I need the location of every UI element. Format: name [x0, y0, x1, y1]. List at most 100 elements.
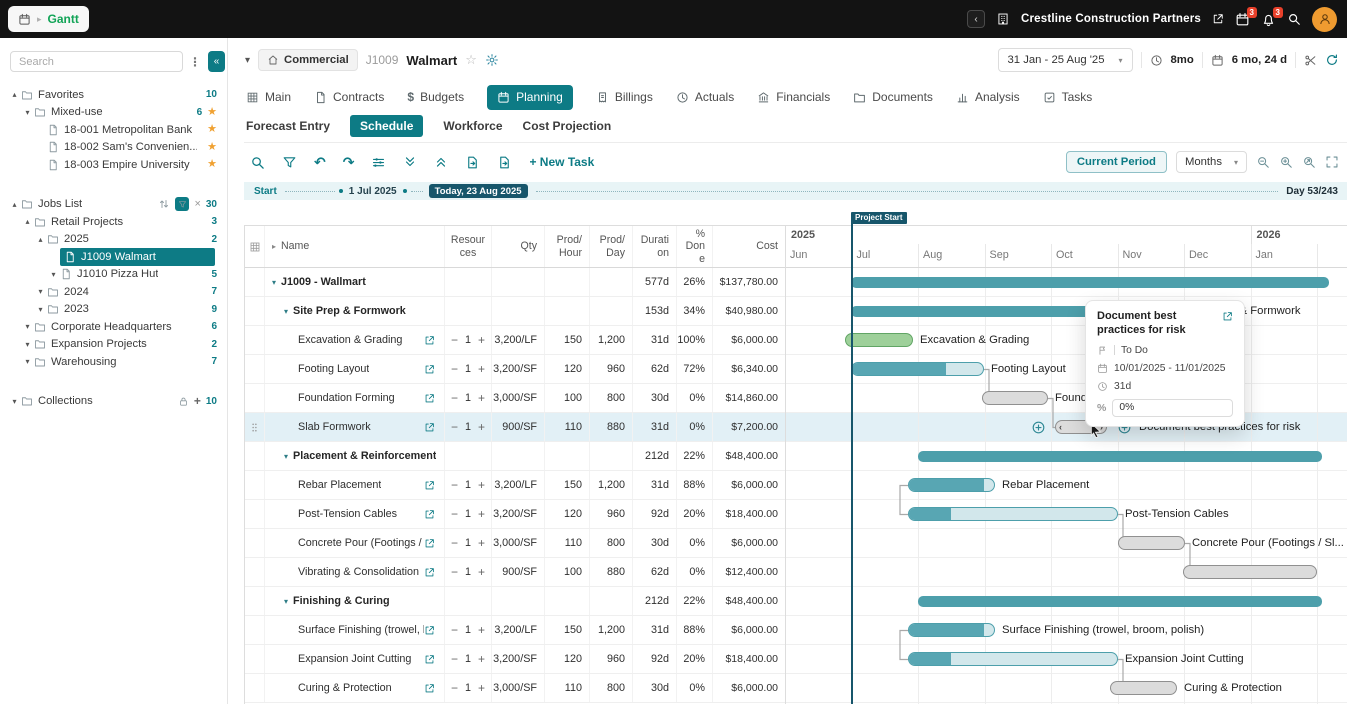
calendar-notifications[interactable]: 3 [1235, 12, 1250, 27]
open-task-icon[interactable] [424, 683, 435, 694]
sidebar-item-retail-projects[interactable]: ▴Retail Projects3 [0, 213, 227, 231]
drag-handle-icon[interactable] [249, 422, 260, 433]
redo-icon[interactable]: ↷ [343, 155, 355, 169]
caret-right-icon[interactable]: ▸ [272, 242, 276, 251]
company-name[interactable]: Crestline Construction Partners [1021, 13, 1201, 25]
table-row-surface-finishing-trowel-br[interactable]: Surface Finishing (trowel, br...−1+3,200… [245, 616, 785, 645]
open-task-icon[interactable] [424, 335, 435, 346]
favorite-star-outline-icon[interactable]: ☆ [465, 52, 477, 68]
table-row-j1009-wallmart[interactable]: ▾J1009 - Wallmart577d26%$137,780.00 [245, 268, 785, 297]
resize-left-handle[interactable]: ‹ [1059, 423, 1062, 432]
sidebar-item-expansion-projects[interactable]: ▾Expansion Projects2 [0, 336, 227, 354]
search-icon[interactable] [1287, 12, 1301, 26]
display-options-icon[interactable] [371, 155, 386, 170]
resource-decrement[interactable]: − [451, 681, 458, 695]
open-task-icon[interactable] [424, 393, 435, 404]
zoom-fit-icon[interactable] [1302, 155, 1316, 169]
tab-financials[interactable]: Financials [757, 85, 830, 110]
chevron-down-icon[interactable]: ▾ [245, 55, 250, 66]
gantt-bar-complete[interactable] [845, 333, 913, 347]
tab-billings[interactable]: Billings [596, 85, 653, 110]
caret-up-icon[interactable]: ▴ [34, 235, 47, 244]
open-task-icon[interactable] [424, 422, 435, 433]
subtab-cost-projection[interactable]: Cost Projection [523, 115, 612, 137]
gear-icon[interactable] [485, 53, 499, 67]
external-link-icon[interactable] [1212, 13, 1224, 25]
resource-increment[interactable]: + [478, 333, 485, 347]
subtab-workforce[interactable]: Workforce [443, 115, 502, 137]
sidebar-item-18-002-sam-s-convenien[interactable]: 18-002 Sam's Convenien...★ [0, 139, 227, 157]
search-input[interactable] [10, 51, 183, 72]
sidebar-collapse-button[interactable]: « [208, 51, 225, 72]
scissors-icon[interactable] [1304, 54, 1317, 67]
gantt-bar-task[interactable] [908, 623, 995, 637]
sidebar-item-favorites[interactable]: ▴Favorites10 [0, 86, 227, 104]
tab-analysis[interactable]: Analysis [956, 85, 1020, 110]
gantt-bar-unstarted[interactable] [1110, 681, 1177, 695]
resource-increment[interactable]: + [478, 507, 485, 521]
gantt-bar-summary[interactable] [918, 596, 1322, 607]
table-row-finishing-curing[interactable]: ▾Finishing & Curing212d22%$48,400.00 [245, 587, 785, 616]
table-row-curing-protection[interactable]: Curing & Protection−1+3,000/SF11080030d0… [245, 674, 785, 703]
kebab-menu-icon[interactable]: ⋮ [189, 55, 201, 69]
filter-icon[interactable] [282, 155, 297, 170]
resource-increment[interactable]: + [478, 362, 485, 376]
subtab-forecast-entry[interactable]: Forecast Entry [246, 115, 330, 137]
popup-progress-field[interactable]: 0% [1112, 399, 1233, 417]
tab-documents[interactable]: Documents [853, 85, 933, 110]
tab-planning[interactable]: Planning [487, 85, 573, 110]
resource-increment[interactable]: + [478, 652, 485, 666]
sidebar-item-mixed-use[interactable]: ▾Mixed-use6★ [0, 104, 227, 122]
tab-actuals[interactable]: Actuals [676, 85, 734, 110]
sidebar-item-18-003-empire-university[interactable]: 18-003 Empire University★ [0, 156, 227, 174]
resource-decrement[interactable]: − [451, 565, 458, 579]
sidebar-item-2024[interactable]: ▾20247 [0, 283, 227, 301]
resource-decrement[interactable]: − [451, 536, 458, 550]
gantt-bar-unstarted[interactable] [982, 391, 1048, 405]
caret-down-icon[interactable]: ▾ [47, 270, 60, 279]
caret-down-icon[interactable]: ▾ [21, 357, 34, 366]
gantt-bar-task[interactable] [908, 507, 1118, 521]
gantt-bar-task[interactable] [851, 362, 984, 376]
resource-increment[interactable]: + [478, 420, 485, 434]
table-row-post-tension-cables[interactable]: Post-Tension Cables−1+3,200/SF12096092d2… [245, 500, 785, 529]
tab-contracts[interactable]: Contracts [314, 85, 384, 110]
subtab-schedule[interactable]: Schedule [350, 115, 423, 137]
caret-down-icon[interactable]: ▾ [284, 597, 288, 606]
refresh-icon[interactable] [1325, 53, 1339, 67]
active-filter-chip[interactable] [175, 197, 189, 211]
current-period-button[interactable]: Current Period [1066, 151, 1167, 173]
caret-up-icon[interactable]: ▴ [8, 200, 21, 209]
sort-icon[interactable] [158, 198, 170, 210]
caret-down-icon[interactable]: ▾ [284, 307, 288, 316]
export-icon[interactable] [465, 155, 480, 170]
new-task-button[interactable]: + New Task [529, 155, 594, 169]
table-row-vibrating-consolidation[interactable]: Vibrating & Consolidation−1+900/SF100880… [245, 558, 785, 587]
gantt-bar-task[interactable] [908, 478, 995, 492]
resource-decrement[interactable]: − [451, 362, 458, 376]
open-task-icon[interactable] [424, 538, 435, 549]
table-row-expansion-joint-cutting[interactable]: Expansion Joint Cutting−1+3,200/SF120960… [245, 645, 785, 674]
resource-increment[interactable]: + [478, 478, 485, 492]
resource-decrement[interactable]: − [451, 333, 458, 347]
popup-date-range[interactable]: 10/01/2025 - 11/01/2025 [1114, 363, 1225, 374]
caret-up-icon[interactable]: ▴ [21, 217, 34, 226]
open-task-icon[interactable] [424, 625, 435, 636]
timescale-select[interactable]: Months ▾ [1176, 151, 1247, 173]
table-row-concrete-pour-footings-sl[interactable]: Concrete Pour (Footings / Sl...−1+3,000/… [245, 529, 785, 558]
collapse-all-icon[interactable] [403, 155, 417, 169]
caret-up-icon[interactable]: ▴ [8, 90, 21, 99]
import-icon[interactable] [497, 155, 512, 170]
open-task-icon[interactable] [424, 364, 435, 375]
category-chip[interactable]: Commercial [258, 49, 358, 71]
open-task-icon[interactable] [424, 509, 435, 520]
open-task-icon[interactable] [1222, 311, 1233, 322]
gantt-bar-summary[interactable] [851, 277, 1329, 288]
clear-filter-icon[interactable]: × [194, 198, 200, 210]
sidebar-item-jobs-list[interactable]: ▴Jobs List×30 [0, 196, 227, 214]
resource-increment[interactable]: + [478, 623, 485, 637]
table-row-footing-layout[interactable]: Footing Layout−1+3,200/SF12096062d72%$6,… [245, 355, 785, 384]
zoom-out-icon[interactable] [1256, 155, 1270, 169]
caret-down-icon[interactable]: ▾ [21, 322, 34, 331]
resource-increment[interactable]: + [478, 391, 485, 405]
